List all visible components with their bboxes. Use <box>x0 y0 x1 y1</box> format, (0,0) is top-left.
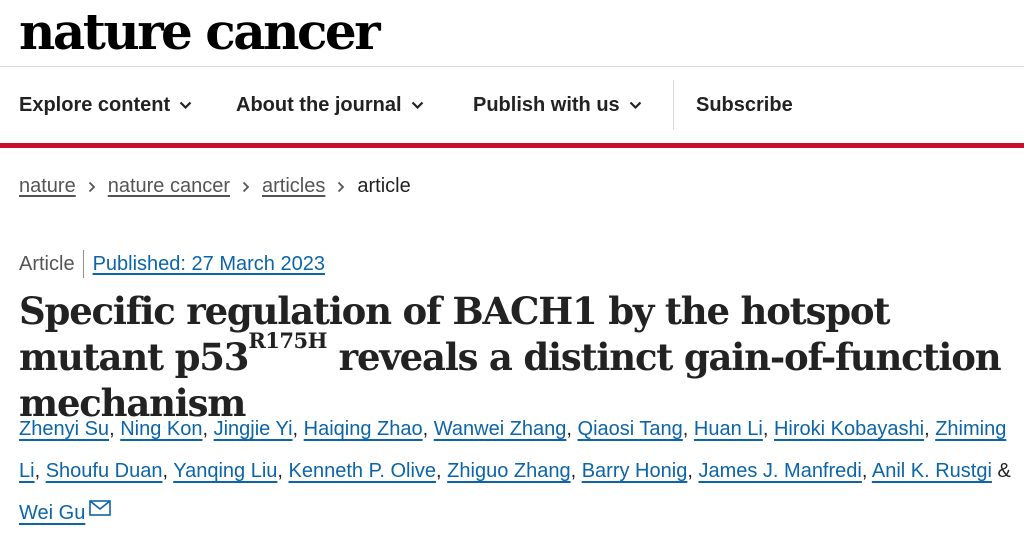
author-link[interactable]: Huan Li <box>694 418 763 440</box>
author-link[interactable]: Barry Honig <box>582 460 688 482</box>
subscribe-link[interactable]: Subscribe <box>696 67 793 143</box>
author-list: Zhenyi Su, Ning Kon, Jingjie Yi, Haiqing… <box>19 408 1019 535</box>
author-separator: , <box>861 460 872 482</box>
author-separator: , <box>682 418 694 440</box>
nav-about-journal[interactable]: About the journal <box>236 67 424 143</box>
chevron-down-icon <box>629 101 642 110</box>
author-link[interactable]: Wei Gu <box>19 502 85 524</box>
author-link[interactable]: Jingjie Yi <box>214 418 293 440</box>
author-separator: , <box>109 418 121 440</box>
nav-label: Explore content <box>19 93 171 116</box>
author-link[interactable]: Zhiguo Zhang <box>447 460 570 482</box>
article-meta: Article Published: 27 March 2023 <box>19 250 325 278</box>
breadcrumb: nature nature cancer articles article <box>19 175 411 198</box>
author-separator: , <box>570 460 582 482</box>
nav-label: About the journal <box>236 93 402 116</box>
breadcrumb-current: article <box>357 175 411 197</box>
author-link[interactable]: Hiroki Kobayashi <box>774 418 924 440</box>
author-separator: , <box>202 418 214 440</box>
mail-icon[interactable] <box>89 489 112 531</box>
author-separator: , <box>292 418 304 440</box>
accent-rule <box>0 143 1024 148</box>
author-separator: , <box>924 418 936 440</box>
author-separator: , <box>566 418 578 440</box>
nav-publish-with-us[interactable]: Publish with us <box>473 67 642 143</box>
author-separator: , <box>422 418 434 440</box>
logo-bar: nature cancer <box>0 0 1024 67</box>
author-link[interactable]: James J. Manfredi <box>698 460 861 482</box>
site-header: nature cancer Explore content About the … <box>0 0 1024 148</box>
journal-logo[interactable]: nature cancer <box>19 2 381 62</box>
author-link[interactable]: Kenneth P. Olive <box>289 460 437 482</box>
author-separator: & <box>991 460 1011 482</box>
author-link[interactable]: Wanwei Zhang <box>434 418 567 440</box>
author-separator: , <box>277 460 289 482</box>
author-link[interactable]: Shoufu Duan <box>46 460 163 482</box>
author-separator: , <box>436 460 448 482</box>
chevron-right-icon <box>88 181 96 193</box>
nav-divider <box>673 80 674 130</box>
breadcrumb-link-nature[interactable]: nature <box>19 175 76 198</box>
article-type: Article <box>19 252 75 275</box>
main-nav: Explore content About the journal Publis… <box>0 67 1024 143</box>
author-link[interactable]: Zhenyi Su <box>19 418 109 440</box>
breadcrumb-link-articles[interactable]: articles <box>262 175 325 198</box>
author-link[interactable]: Qiaosi Tang <box>578 418 683 440</box>
published-date-link[interactable]: Published: 27 March 2023 <box>93 253 325 276</box>
chevron-down-icon <box>179 101 192 110</box>
nav-explore-content[interactable]: Explore content <box>19 67 192 143</box>
chevron-right-icon <box>337 181 345 193</box>
author-separator: , <box>762 418 774 440</box>
author-separator: , <box>162 460 174 482</box>
author-link[interactable]: Ning Kon <box>120 418 202 440</box>
author-link[interactable]: Haiqing Zhao <box>304 418 423 440</box>
nav-label: Publish with us <box>473 93 620 116</box>
author-link[interactable]: Anil K. Rustgi <box>872 460 992 482</box>
author-separator: , <box>687 460 699 482</box>
article-title: Specific regulation of BACH1 by the hots… <box>19 288 1019 426</box>
chevron-down-icon <box>411 101 424 110</box>
chevron-right-icon <box>242 181 250 193</box>
title-superscript: R175H <box>248 328 327 353</box>
author-separator: , <box>34 460 46 482</box>
breadcrumb-link-nature-cancer[interactable]: nature cancer <box>108 175 230 198</box>
author-link[interactable]: Yanqing Liu <box>173 460 277 482</box>
meta-divider <box>82 250 84 278</box>
